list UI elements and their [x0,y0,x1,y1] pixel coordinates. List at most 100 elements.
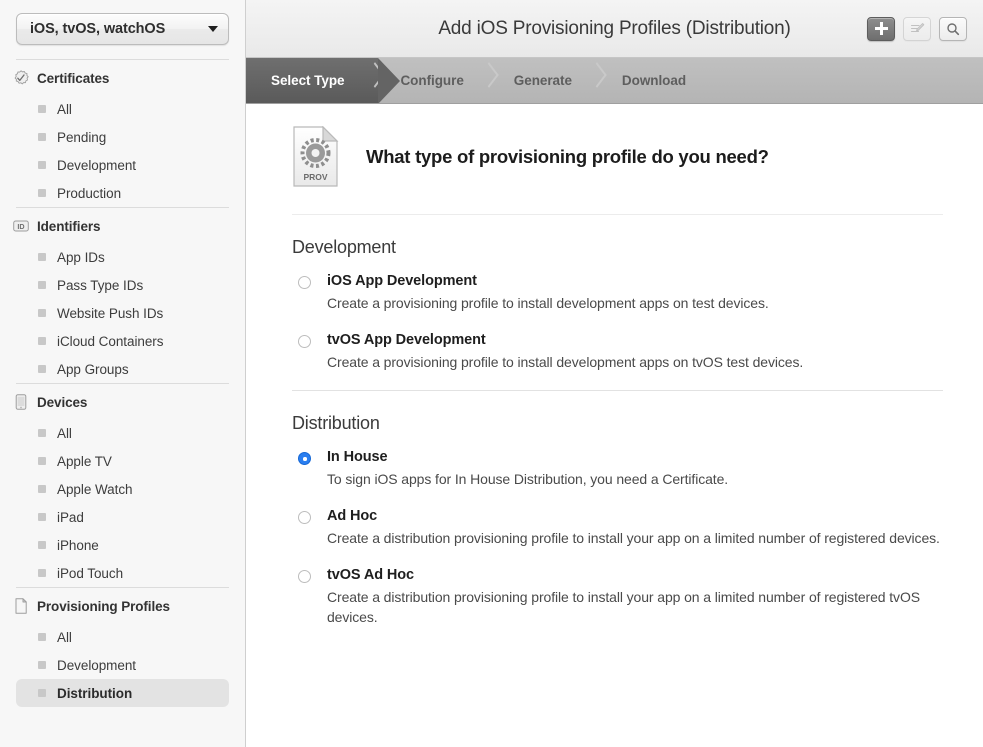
sidebar-item-distribution[interactable]: Distribution [16,679,229,707]
step-label: Configure [400,73,464,88]
wizard-steps: Select Type Configure Generate Download [246,58,983,104]
option-tvos-app-development[interactable]: tvOS App Development Create a provisionin… [286,331,943,372]
option-sections: Development iOS App Development Create a p… [286,237,943,627]
step-select-type[interactable]: Select Type [246,58,402,103]
sidebar-item-apple-tv[interactable]: Apple TV [16,447,229,475]
option-group-development: iOS App Development Create a provisioning… [286,272,943,372]
sidebar-item-label: Website Push IDs [57,305,164,321]
option-in-house[interactable]: In House To sign iOS apps for In House Di… [286,448,943,489]
svg-text:ID: ID [17,222,24,231]
step-label: Download [621,73,687,88]
bullet-icon [38,689,46,697]
radio-button[interactable] [298,335,311,348]
sidebar-group-devices: Devices All Apple TV Apple Watch iPad iPhone i… [0,383,245,587]
sidebar-item-label: Development [57,657,136,673]
sidebar-item-apple-watch[interactable]: Apple Watch [16,475,229,503]
chevron-down-icon [208,26,218,32]
sidebar-item-all[interactable]: All [16,623,229,651]
device-icon [15,394,27,410]
radio-button[interactable] [298,276,311,289]
sidebar-item-website-push-ids[interactable]: Website Push IDs [16,299,229,327]
sidebar-item-pending[interactable]: Pending [16,123,229,151]
sidebar-header-certificates[interactable]: Certificates [0,60,245,95]
sidebar-item-label: All [57,101,72,117]
section-divider [292,390,943,391]
bullet-icon [38,133,46,141]
sidebar-item-ipad[interactable]: iPad [16,503,229,531]
option-ad-hoc[interactable]: Ad Hoc Create a distribution provisioning… [286,507,943,548]
sidebar-item-iphone[interactable]: iPhone [16,531,229,559]
edit-list-icon [910,22,924,32]
bullet-icon [38,661,46,669]
sidebar-item-label: iCloud Containers [57,333,164,349]
option-title: iOS App Development [327,273,477,289]
search-button[interactable] [939,16,967,41]
bullet-icon [38,365,46,373]
sidebar-item-label: Pass Type IDs [57,277,144,293]
step-label: Select Type [271,73,345,88]
option-body: tvOS App Development Create a provisionin… [327,331,803,372]
sidebar: iOS, tvOS, watchOS Certificates All Pendin… [0,0,246,747]
sidebar-header-identifiers[interactable]: ID Identifiers [0,208,245,243]
sidebar-item-development[interactable]: Development [16,651,229,679]
sidebar-nav: Certificates All Pending Development Product… [0,59,245,707]
bullet-icon [38,429,46,437]
option-title: In House [327,449,388,465]
team-select-dropdown[interactable]: iOS, tvOS, watchOS [16,13,229,45]
sidebar-item-label: All [57,629,72,645]
option-body: tvOS Ad Hoc Create a distribution provisi… [327,566,943,627]
option-body: iOS App Development Create a provisioning… [327,272,769,313]
sidebar-header-provisioning-profiles[interactable]: Provisioning Profiles [0,588,245,623]
sidebar-item-all[interactable]: All [16,419,229,447]
bullet-icon [38,281,46,289]
sidebar-group-identifiers: ID Identifiers App IDs Pass Type IDs Website… [0,207,245,383]
radio-button[interactable] [298,452,311,465]
option-description: Create a provisioning profile to install… [327,295,769,311]
sidebar-item-app-groups[interactable]: App Groups [16,355,229,383]
sidebar-item-development[interactable]: Development [16,151,229,179]
sidebar-item-label: Apple TV [57,453,112,469]
bullet-icon [38,513,46,521]
sidebar-header-label: Certificates [37,70,110,86]
main-panel: Add iOS Provisioning Profiles (Distribut… [246,0,983,747]
option-ios-app-development[interactable]: iOS App Development Create a provisioning… [286,272,943,313]
sidebar-header-devices[interactable]: Devices [0,384,245,419]
edit-button[interactable] [903,16,931,41]
sidebar-item-label: Pending [57,129,107,145]
step-download[interactable]: Download [600,58,714,103]
sidebar-item-production[interactable]: Production [16,179,229,207]
certificate-seal-icon [14,70,29,85]
sidebar-item-label: Production [57,185,122,201]
option-description: Create a distribution provisioning profi… [327,589,920,625]
option-body: In House To sign iOS apps for In House Di… [327,448,728,489]
sidebar-item-label: App IDs [57,249,105,265]
sidebar-header-label: Provisioning Profiles [37,598,170,614]
team-select-wrap: iOS, tvOS, watchOS [0,0,245,45]
topbar: Add iOS Provisioning Profiles (Distribut… [246,0,983,58]
sidebar-item-label: iPhone [57,537,99,553]
topbar-actions [867,16,967,41]
sidebar-item-app-ids[interactable]: App IDs [16,243,229,271]
sidebar-item-label: Distribution [57,685,133,701]
option-tvos-ad-hoc[interactable]: tvOS Ad Hoc Create a distribution provisi… [286,566,943,627]
option-title: tvOS Ad Hoc [327,567,414,583]
sidebar-item-icloud-containers[interactable]: iCloud Containers [16,327,229,355]
option-title: Ad Hoc [327,508,378,524]
prompt-row: PROV What type of provisioning profile d… [286,104,943,188]
plus-icon [874,22,888,35]
bullet-icon [38,337,46,345]
add-button[interactable] [867,16,895,41]
sidebar-item-pass-type-ids[interactable]: Pass Type IDs [16,271,229,299]
bullet-icon [38,485,46,493]
id-badge-icon: ID [13,220,29,232]
bullet-icon [38,633,46,641]
bullet-icon [38,105,46,113]
radio-button[interactable] [298,511,311,524]
sidebar-item-ipod-touch[interactable]: iPod Touch [16,559,229,587]
sidebar-item-all[interactable]: All [16,95,229,123]
sidebar-group-certificates: Certificates All Pending Development Product… [0,59,245,207]
svg-text:PROV: PROV [303,172,327,182]
step-generate[interactable]: Generate [492,58,600,103]
radio-button[interactable] [298,570,311,583]
section-title-development: Development [292,237,396,257]
